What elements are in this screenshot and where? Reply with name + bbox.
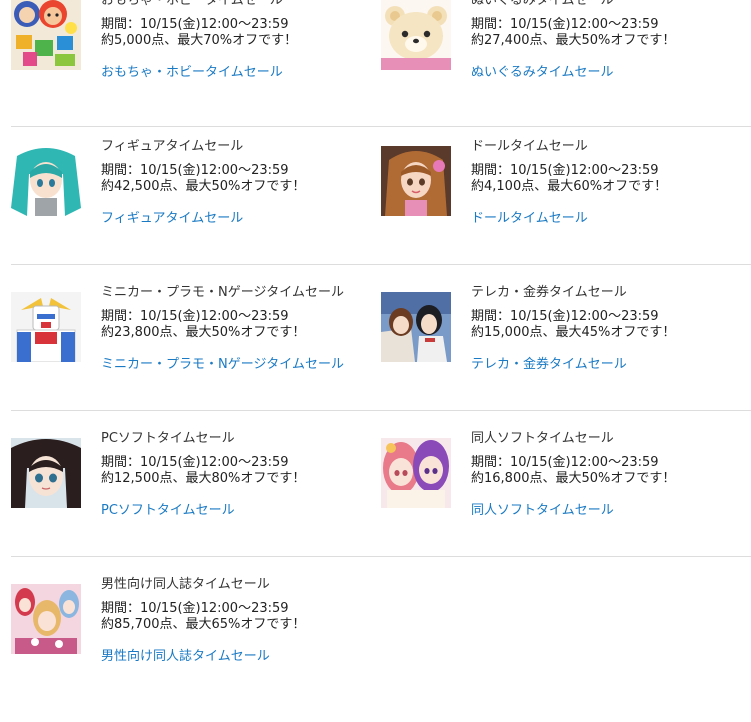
- sale-summary: 約5,000点、最大70%オフです！: [101, 33, 298, 48]
- sale-title: フィギュアタイムセール: [101, 139, 244, 154]
- row-divider: [11, 264, 751, 265]
- sale-summary: 約15,000点、最大45%オフです！: [471, 325, 676, 340]
- sale-period: 期間：10/15(金)12:00〜23:59: [101, 309, 289, 324]
- sale-item-minicar: ミニカー・プラモ・Nゲージタイムセール 期間：10/15(金)12:00〜23:…: [11, 285, 371, 392]
- sale-period: 期間：10/15(金)12:00〜23:59: [471, 309, 659, 324]
- sale-period: 期間：10/15(金)12:00〜23:59: [101, 17, 289, 32]
- row-divider: [11, 410, 751, 411]
- sale-link-toys[interactable]: おもちゃ・ホビータイムセール: [101, 64, 283, 82]
- sale-period: 期間：10/15(金)12:00〜23:59: [471, 455, 659, 470]
- sale-item-telecard: テレカ・金券タイムセール 期間：10/15(金)12:00〜23:59 約15,…: [381, 285, 741, 392]
- sale-link-plush[interactable]: ぬいぐるみタイムセール: [471, 64, 613, 82]
- doujin-software-thumbnail-icon[interactable]: [381, 438, 451, 508]
- row-divider: [11, 126, 751, 127]
- time-sale-grid: おもちゃ・ホビータイムセール 期間：10/15(金)12:00〜23:59 約5…: [11, 0, 751, 722]
- sale-link-pc-software[interactable]: PCソフトタイムセール: [101, 502, 235, 520]
- sale-link-doujinshi[interactable]: 男性向け同人誌タイムセール: [101, 648, 270, 666]
- sale-item-pc-software: PCソフトタイムセール 期間：10/15(金)12:00〜23:59 約12,5…: [11, 431, 371, 538]
- sale-link-doujin-software[interactable]: 同人ソフトタイムセール: [471, 502, 614, 520]
- sale-link-doll[interactable]: ドールタイムセール: [471, 210, 588, 228]
- robot-model-thumbnail-icon[interactable]: [11, 292, 81, 362]
- telecard-thumbnail-icon[interactable]: [381, 292, 451, 362]
- sale-summary: 約4,100点、最大60%オフです！: [471, 179, 668, 194]
- sale-item-toys: おもちゃ・ホビータイムセール 期間：10/15(金)12:00〜23:59 約5…: [11, 0, 371, 100]
- plush-bear-thumbnail-icon[interactable]: [381, 0, 451, 70]
- sale-title: テレカ・金券タイムセール: [471, 285, 627, 300]
- sale-link-minicar[interactable]: ミニカー・プラモ・Nゲージタイムセール: [101, 356, 344, 374]
- sale-row: フィギュアタイムセール 期間：10/15(金)12:00〜23:59 約42,5…: [11, 138, 751, 284]
- sale-item-doll: ドールタイムセール 期間：10/15(金)12:00〜23:59 約4,100点…: [381, 139, 741, 246]
- sale-summary: 約27,400点、最大50%オフです！: [471, 33, 676, 48]
- sale-row: 男性向け同人誌タイムセール 期間：10/15(金)12:00〜23:59 約85…: [11, 576, 751, 722]
- sale-title: ミニカー・プラモ・Nゲージタイムセール: [101, 285, 344, 300]
- sale-summary: 約12,500点、最大80%オフです！: [101, 471, 306, 486]
- sale-link-figure[interactable]: フィギュアタイムセール: [101, 210, 243, 228]
- pc-software-thumbnail-icon[interactable]: [11, 438, 81, 508]
- toys-thumbnail-icon[interactable]: [11, 0, 81, 70]
- sale-summary: 約23,800点、最大50%オフです！: [101, 325, 306, 340]
- sale-summary: 約85,700点、最大65%オフです！: [101, 617, 306, 632]
- sale-item-plush: ぬいぐるみタイムセール 期間：10/15(金)12:00〜23:59 約27,4…: [381, 0, 741, 100]
- sale-title: PCソフトタイムセール: [101, 431, 235, 446]
- sale-row: ミニカー・プラモ・Nゲージタイムセール 期間：10/15(金)12:00〜23:…: [11, 284, 751, 430]
- sale-title: ぬいぐるみタイムセール: [471, 0, 614, 8]
- figure-thumbnail-icon[interactable]: [11, 146, 81, 216]
- sale-title: おもちゃ・ホビータイムセール: [101, 0, 283, 8]
- sale-link-telecard[interactable]: テレカ・金券タイムセール: [471, 356, 627, 374]
- sale-period: 期間：10/15(金)12:00〜23:59: [471, 17, 659, 32]
- sale-summary: 約42,500点、最大50%オフです！: [101, 179, 306, 194]
- sale-title: 同人ソフトタイムセール: [471, 431, 614, 446]
- sale-summary: 約16,800点、最大50%オフです！: [471, 471, 676, 486]
- doll-thumbnail-icon[interactable]: [381, 146, 451, 216]
- sale-title: ドールタイムセール: [471, 139, 588, 154]
- sale-period: 期間：10/15(金)12:00〜23:59: [101, 601, 289, 616]
- sale-row: おもちゃ・ホビータイムセール 期間：10/15(金)12:00〜23:59 約5…: [11, 0, 751, 138]
- sale-period: 期間：10/15(金)12:00〜23:59: [101, 163, 289, 178]
- sale-row: PCソフトタイムセール 期間：10/15(金)12:00〜23:59 約12,5…: [11, 430, 751, 576]
- sale-item-doujinshi: 男性向け同人誌タイムセール 期間：10/15(金)12:00〜23:59 約85…: [11, 577, 371, 684]
- sale-item-figure: フィギュアタイムセール 期間：10/15(金)12:00〜23:59 約42,5…: [11, 139, 371, 246]
- row-divider: [11, 556, 751, 557]
- sale-item-doujin-software: 同人ソフトタイムセール 期間：10/15(金)12:00〜23:59 約16,8…: [381, 431, 741, 538]
- sale-period: 期間：10/15(金)12:00〜23:59: [471, 163, 659, 178]
- sale-title: 男性向け同人誌タイムセール: [101, 577, 270, 592]
- sale-period: 期間：10/15(金)12:00〜23:59: [101, 455, 289, 470]
- doujinshi-thumbnail-icon[interactable]: [11, 584, 81, 654]
